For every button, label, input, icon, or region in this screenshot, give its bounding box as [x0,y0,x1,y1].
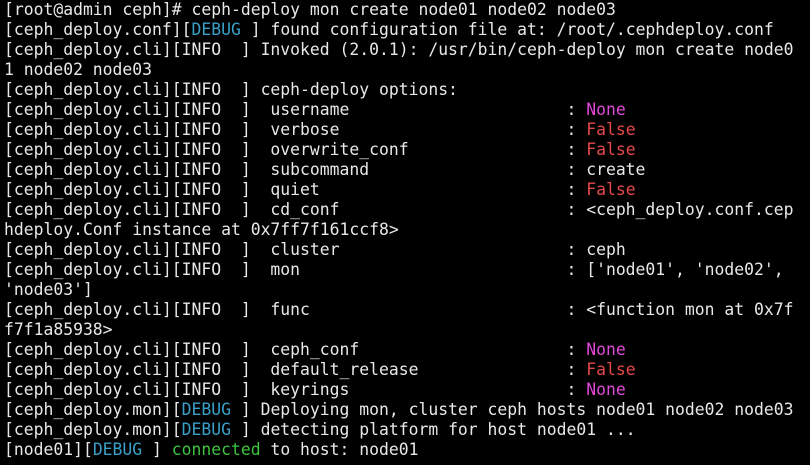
terminal-text: 'node03'] [4,280,93,299]
debug-level-tag: DEBUG [92,440,143,459]
terminal-line: hdeploy.Conf instance at 0x7ff7f161ccf8> [4,220,810,240]
terminal-text: [ceph_deploy.cli][INFO ] default_release… [4,360,587,379]
terminal-text: [ceph_deploy.cli][INFO ] keyrings : [4,380,587,399]
terminal-text: [ceph_deploy.cli][INFO ] quiet : [4,180,587,199]
terminal-text: f7f1a85938> [4,320,113,339]
none-value: None [586,340,626,359]
terminal-text: [ceph_deploy.mon][ [4,420,182,439]
terminal-text: 1 node02 node03 [4,60,153,79]
terminal-text: [ceph_deploy.cli][INFO ] username : [4,100,587,119]
terminal-text: [ceph_deploy.cli][INFO ] cd_conf : <ceph… [4,200,794,219]
terminal-line: [ceph_deploy.cli][INFO ] username : None [4,100,810,120]
connected-status: connected [171,440,261,459]
terminal-line: [node01][DEBUG ] connected to host: node… [4,440,810,460]
terminal-text: [ceph_deploy.cli][INFO ] overwrite_conf … [4,140,587,159]
terminal-line: [ceph_deploy.cli][INFO ] verbose : False [4,120,810,140]
terminal-text: [ceph_deploy.cli][INFO ] mon : ['node01'… [4,260,784,279]
terminal-text: hdeploy.Conf instance at 0x7ff7f161ccf8> [4,220,399,239]
terminal-text: to host: node01 [260,440,419,459]
terminal-line: [ceph_deploy.cli][INFO ] default_release… [4,360,810,380]
terminal-line: 1 node02 node03 [4,60,810,80]
terminal-text: [node01][ [4,440,93,459]
debug-level-tag: DEBUG [181,420,231,439]
terminal-text: ] detecting platform for host node01 ... [230,420,636,439]
terminal-line: [ceph_deploy.cli][INFO ] func : <functio… [4,300,810,320]
terminal-text: [ceph_deploy.cli][INFO ] ceph-deploy opt… [4,80,458,99]
terminal-line: [ceph_deploy.cli][INFO ] mon : ['node01'… [4,260,810,280]
terminal-line: [ceph_deploy.cli][INFO ] overwrite_conf … [4,140,810,160]
terminal-text: [ceph_deploy.cli][INFO ] cluster : ceph [4,240,626,259]
terminal-line: [ceph_deploy.cli][INFO ] keyrings : None [4,380,810,400]
terminal-text: [ceph_deploy.cli][INFO ] verbose : [4,120,587,139]
terminal-text: [ceph_deploy.cli][INFO ] ceph_conf : [4,340,587,359]
terminal-line: [ceph_deploy.mon][DEBUG ] Deploying mon,… [4,400,810,420]
debug-level-tag: DEBUG [191,20,241,39]
terminal-line: [ceph_deploy.cli][INFO ] cluster : ceph [4,240,810,260]
terminal-text: ] found configuration file at: /root/.ce… [240,20,774,39]
none-value: None [586,100,626,119]
terminal-text: [ceph_deploy.cli][INFO ] func : <functio… [4,300,794,319]
terminal-line: [ceph_deploy.cli][INFO ] Invoked (2.0.1)… [4,40,810,60]
false-value: False [586,140,636,159]
terminal-text: [ceph_deploy.cli][INFO ] subcommand : cr… [4,160,646,179]
none-value: None [586,380,626,399]
terminal-window[interactable]: [root@admin ceph]# ceph-deploy mon creat… [0,0,810,465]
terminal-text: [ceph_deploy.cli][INFO ] Invoked (2.0.1)… [4,40,794,59]
terminal-line: [ceph_deploy.cli][INFO ] subcommand : cr… [4,160,810,180]
terminal-line: f7f1a85938> [4,320,810,340]
debug-level-tag: DEBUG [181,400,231,419]
terminal-line: 'node03'] [4,280,810,300]
terminal-text: [ceph_deploy.mon][ [4,400,182,419]
terminal-line: [ceph_deploy.cli][INFO ] cd_conf : <ceph… [4,200,810,220]
terminal-line: [root@admin ceph]# ceph-deploy mon creat… [4,0,810,20]
terminal-line: [ceph_deploy.mon][DEBUG ] detecting plat… [4,420,810,440]
terminal-line: [ceph_deploy.cli][INFO ] ceph_conf : Non… [4,340,810,360]
terminal-text: [ceph_deploy.conf][ [4,20,192,39]
terminal-line: [ceph_deploy.cli][INFO ] ceph-deploy opt… [4,80,810,100]
false-value: False [586,360,636,379]
terminal-text: ] Deploying mon, cluster ceph hosts node… [230,400,794,419]
terminal-text: ] [142,440,172,459]
terminal-line: [ceph_deploy.cli][INFO ] quiet : False [4,180,810,200]
false-value: False [586,180,636,199]
false-value: False [586,120,636,139]
terminal-text: [root@admin ceph]# ceph-deploy mon creat… [4,0,616,19]
terminal-line: [ceph_deploy.conf][DEBUG ] found configu… [4,20,810,40]
